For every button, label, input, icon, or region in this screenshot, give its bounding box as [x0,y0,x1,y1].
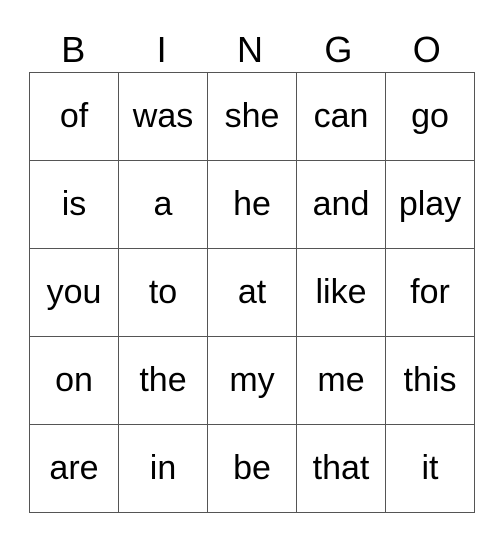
bingo-cell[interactable]: my [207,336,297,425]
bingo-cell[interactable]: be [207,424,297,513]
bingo-header: B I N G O [29,28,471,72]
bingo-cell[interactable]: on [29,336,119,425]
bingo-cell[interactable]: this [385,336,475,425]
header-letter-g: G [324,29,353,70]
bingo-cell[interactable]: to [118,248,208,337]
bingo-cell[interactable]: of [29,72,119,161]
bingo-cell[interactable]: that [296,424,386,513]
bingo-cell[interactable]: it [385,424,475,513]
bingo-cell[interactable]: for [385,248,475,337]
header-letter-o: O [412,29,441,70]
grid-row: you to at like for [29,248,475,337]
header-letter-i: I [156,29,167,70]
header-letter-n: N [236,29,263,70]
bingo-grid: of was she can go is a he and play you t… [29,72,475,513]
bingo-cell[interactable]: go [385,72,475,161]
bingo-cell[interactable]: in [118,424,208,513]
bingo-cell[interactable]: a [118,160,208,249]
bingo-cell[interactable]: at [207,248,297,337]
bingo-cell[interactable]: and [296,160,386,249]
grid-row: is a he and play [29,160,475,249]
grid-row: are in be that it [29,424,475,513]
bingo-cell[interactable]: he [207,160,297,249]
header-letter-b: B [61,29,86,70]
bingo-cell[interactable]: is [29,160,119,249]
grid-row: of was she can go [29,72,475,161]
bingo-cell[interactable]: play [385,160,475,249]
bingo-cell[interactable]: the [118,336,208,425]
grid-row: on the my me this [29,336,475,425]
bingo-cell[interactable]: was [118,72,208,161]
bingo-cell[interactable]: can [296,72,386,161]
bingo-cell[interactable]: like [296,248,386,337]
bingo-cell[interactable]: me [296,336,386,425]
bingo-cell[interactable]: are [29,424,119,513]
bingo-cell[interactable]: you [29,248,119,337]
bingo-cell[interactable]: she [207,72,297,161]
